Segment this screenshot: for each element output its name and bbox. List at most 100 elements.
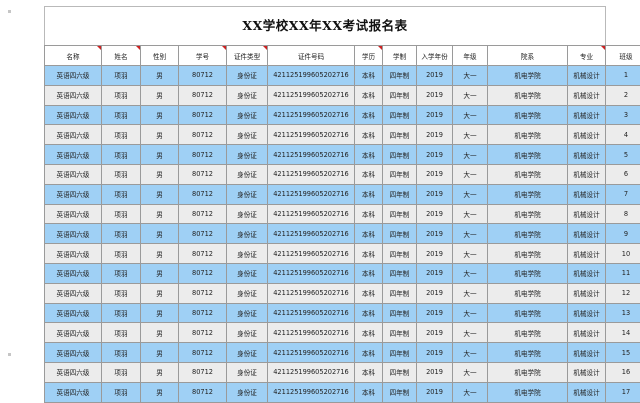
- col-program-length-cell[interactable]: 四年制: [383, 184, 417, 204]
- col-enrollment-year-cell[interactable]: 2019: [417, 323, 453, 343]
- col-gender-cell[interactable]: 男: [141, 283, 179, 303]
- col-gender-cell[interactable]: 男: [141, 164, 179, 184]
- col-major-cell[interactable]: 机械设计: [568, 382, 606, 402]
- column-header-class[interactable]: 班级: [606, 46, 640, 66]
- col-id-number-cell[interactable]: 421125199605202716: [268, 66, 355, 86]
- col-id-number-cell[interactable]: 421125199605202716: [268, 145, 355, 165]
- col-student-name-cell[interactable]: 项羽: [102, 85, 141, 105]
- col-id-type-cell[interactable]: 身份证: [227, 125, 268, 145]
- col-class-cell[interactable]: 11: [606, 263, 640, 283]
- col-gender-cell[interactable]: 男: [141, 382, 179, 402]
- col-student-id-cell[interactable]: 80712: [179, 204, 227, 224]
- col-major-cell[interactable]: 机械设计: [568, 343, 606, 363]
- col-student-name-cell[interactable]: 项羽: [102, 283, 141, 303]
- col-department-cell[interactable]: 机电学院: [488, 323, 568, 343]
- col-major-cell[interactable]: 机械设计: [568, 66, 606, 86]
- col-grade-cell[interactable]: 大一: [453, 343, 488, 363]
- col-gender-cell[interactable]: 男: [141, 323, 179, 343]
- col-student-id-cell[interactable]: 80712: [179, 224, 227, 244]
- col-class-cell[interactable]: 6: [606, 164, 640, 184]
- col-class-cell[interactable]: 12: [606, 283, 640, 303]
- col-major-cell[interactable]: 机械设计: [568, 224, 606, 244]
- col-enrollment-year-cell[interactable]: 2019: [417, 382, 453, 402]
- col-gender-cell[interactable]: 男: [141, 105, 179, 125]
- col-department-cell[interactable]: 机电学院: [488, 303, 568, 323]
- col-name-cell[interactable]: 英语四六级: [45, 224, 102, 244]
- col-class-cell[interactable]: 15: [606, 343, 640, 363]
- col-name-cell[interactable]: 英语四六级: [45, 125, 102, 145]
- col-student-name-cell[interactable]: 项羽: [102, 66, 141, 86]
- col-name-cell[interactable]: 英语四六级: [45, 66, 102, 86]
- col-education-cell[interactable]: 本科: [355, 343, 383, 363]
- col-name-cell[interactable]: 英语四六级: [45, 204, 102, 224]
- col-department-cell[interactable]: 机电学院: [488, 224, 568, 244]
- col-id-number-cell[interactable]: 421125199605202716: [268, 244, 355, 264]
- col-id-type-cell[interactable]: 身份证: [227, 105, 268, 125]
- col-name-cell[interactable]: 英语四六级: [45, 184, 102, 204]
- col-grade-cell[interactable]: 大一: [453, 263, 488, 283]
- col-name-cell[interactable]: 英语四六级: [45, 343, 102, 363]
- col-name-cell[interactable]: 英语四六级: [45, 382, 102, 402]
- col-grade-cell[interactable]: 大一: [453, 362, 488, 382]
- col-student-name-cell[interactable]: 项羽: [102, 303, 141, 323]
- col-student-id-cell[interactable]: 80712: [179, 283, 227, 303]
- col-class-cell[interactable]: 5: [606, 145, 640, 165]
- col-id-number-cell[interactable]: 421125199605202716: [268, 164, 355, 184]
- col-id-number-cell[interactable]: 421125199605202716: [268, 323, 355, 343]
- col-gender-cell[interactable]: 男: [141, 85, 179, 105]
- col-enrollment-year-cell[interactable]: 2019: [417, 184, 453, 204]
- col-major-cell[interactable]: 机械设计: [568, 362, 606, 382]
- column-header-enrollment-year[interactable]: 入学年份: [417, 46, 453, 66]
- col-department-cell[interactable]: 机电学院: [488, 145, 568, 165]
- col-gender-cell[interactable]: 男: [141, 343, 179, 363]
- col-education-cell[interactable]: 本科: [355, 66, 383, 86]
- col-education-cell[interactable]: 本科: [355, 362, 383, 382]
- col-grade-cell[interactable]: 大一: [453, 283, 488, 303]
- column-header-student-name[interactable]: 姓名: [102, 46, 141, 66]
- col-program-length-cell[interactable]: 四年制: [383, 105, 417, 125]
- col-class-cell[interactable]: 2: [606, 85, 640, 105]
- column-header-major[interactable]: 专业: [568, 46, 606, 66]
- col-education-cell[interactable]: 本科: [355, 283, 383, 303]
- col-id-number-cell[interactable]: 421125199605202716: [268, 204, 355, 224]
- col-major-cell[interactable]: 机械设计: [568, 244, 606, 264]
- col-id-type-cell[interactable]: 身份证: [227, 283, 268, 303]
- col-gender-cell[interactable]: 男: [141, 204, 179, 224]
- col-major-cell[interactable]: 机械设计: [568, 303, 606, 323]
- col-enrollment-year-cell[interactable]: 2019: [417, 105, 453, 125]
- col-program-length-cell[interactable]: 四年制: [383, 125, 417, 145]
- col-grade-cell[interactable]: 大一: [453, 125, 488, 145]
- col-name-cell[interactable]: 英语四六级: [45, 323, 102, 343]
- col-class-cell[interactable]: 4: [606, 125, 640, 145]
- col-id-type-cell[interactable]: 身份证: [227, 303, 268, 323]
- col-enrollment-year-cell[interactable]: 2019: [417, 224, 453, 244]
- col-major-cell[interactable]: 机械设计: [568, 164, 606, 184]
- col-id-type-cell[interactable]: 身份证: [227, 164, 268, 184]
- col-grade-cell[interactable]: 大一: [453, 244, 488, 264]
- col-enrollment-year-cell[interactable]: 2019: [417, 66, 453, 86]
- col-education-cell[interactable]: 本科: [355, 105, 383, 125]
- col-department-cell[interactable]: 机电学院: [488, 184, 568, 204]
- col-gender-cell[interactable]: 男: [141, 244, 179, 264]
- col-name-cell[interactable]: 英语四六级: [45, 145, 102, 165]
- col-student-name-cell[interactable]: 项羽: [102, 164, 141, 184]
- column-header-id-type[interactable]: 证件类型: [227, 46, 268, 66]
- col-student-id-cell[interactable]: 80712: [179, 362, 227, 382]
- col-student-id-cell[interactable]: 80712: [179, 323, 227, 343]
- col-grade-cell[interactable]: 大一: [453, 105, 488, 125]
- col-student-name-cell[interactable]: 项羽: [102, 224, 141, 244]
- column-header-grade[interactable]: 年级: [453, 46, 488, 66]
- col-student-name-cell[interactable]: 项羽: [102, 343, 141, 363]
- col-class-cell[interactable]: 10: [606, 244, 640, 264]
- col-enrollment-year-cell[interactable]: 2019: [417, 244, 453, 264]
- col-education-cell[interactable]: 本科: [355, 323, 383, 343]
- col-class-cell[interactable]: 8: [606, 204, 640, 224]
- col-student-name-cell[interactable]: 项羽: [102, 125, 141, 145]
- col-grade-cell[interactable]: 大一: [453, 184, 488, 204]
- col-major-cell[interactable]: 机械设计: [568, 323, 606, 343]
- col-id-type-cell[interactable]: 身份证: [227, 204, 268, 224]
- col-enrollment-year-cell[interactable]: 2019: [417, 85, 453, 105]
- col-id-type-cell[interactable]: 身份证: [227, 184, 268, 204]
- col-class-cell[interactable]: 13: [606, 303, 640, 323]
- col-id-type-cell[interactable]: 身份证: [227, 323, 268, 343]
